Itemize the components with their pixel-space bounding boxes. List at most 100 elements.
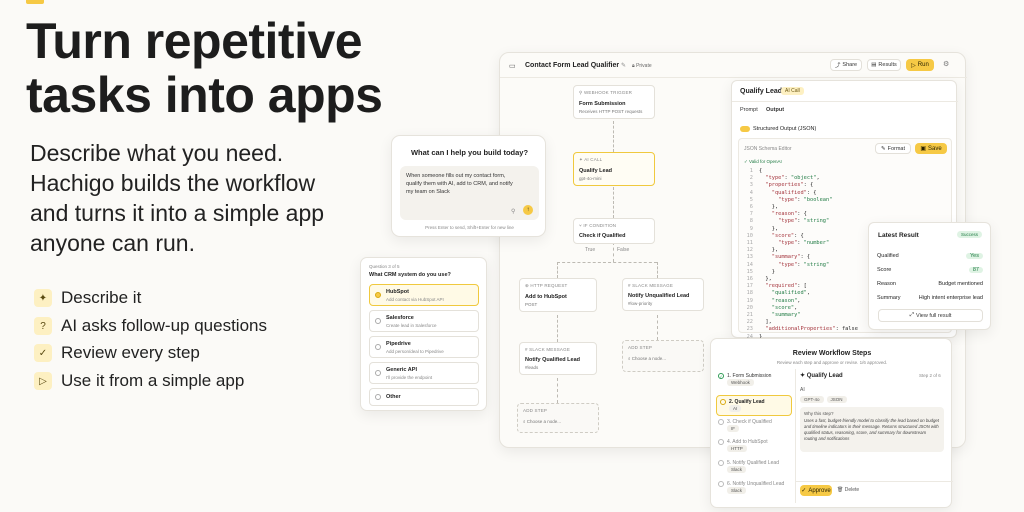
question-icon: ?	[34, 317, 52, 335]
add-step-qualified[interactable]: ADD STEP ⌕ Choose a node...	[517, 403, 599, 433]
question-text: What CRM system do you use?	[369, 272, 451, 278]
globe-icon: ⊕ HTTP REQUEST	[525, 283, 568, 288]
why-box: Why this step? Uses a fast, budget-frien…	[800, 407, 944, 452]
panel-title: Qualify Lead	[740, 88, 783, 95]
approve-button[interactable]: ✓ Approve	[800, 485, 832, 496]
detail-step: Step 2 of 6	[919, 373, 941, 378]
review-step-5[interactable]: 5. Notify Qualified Lead Slack	[718, 460, 788, 473]
checkbox-icon: ✓	[34, 344, 52, 362]
delete-button[interactable]: 🗑︎ Delete	[837, 487, 859, 493]
review-subtitle: Review each step and approve or revise. …	[776, 360, 888, 365]
node-ai-call[interactable]: ✦ AI CALL Qualify Lead gpt-4o-mini	[573, 152, 655, 186]
connector	[557, 262, 558, 278]
add-step-unqualified[interactable]: ADD STEP ⌕ Choose a node...	[622, 340, 704, 372]
code-line: 4 "qualified": {	[749, 189, 817, 196]
view-full-result-button[interactable]: ⤢ View full result	[878, 309, 983, 322]
option-other[interactable]: Other	[369, 388, 479, 406]
detail-type: AI	[800, 387, 805, 393]
ai-icon: ✦ AI CALL	[579, 157, 603, 162]
connector	[613, 187, 614, 218]
node-slack-unqualified[interactable]: # SLACK MESSAGE Notify Unqualified Lead …	[622, 278, 704, 311]
result-row-qualified: Qualified Yes	[877, 253, 983, 259]
prompt-hint: Press Enter to send, Shift+Enter for new…	[425, 225, 514, 230]
results-icon: ▤	[871, 62, 877, 68]
code-line: 5 "type": "boolean"	[749, 196, 833, 203]
result-row-summary: Summary High intent enterprise lead	[877, 295, 983, 301]
feature-use-app: ▷ Use it from a simple app	[34, 370, 244, 392]
connector	[657, 262, 658, 278]
structured-output-toggle[interactable]	[740, 126, 750, 132]
connector	[613, 242, 614, 262]
node-webhook-trigger[interactable]: ⚲ WEBHOOK TRIGGER Form Submission Receiv…	[573, 85, 655, 119]
toggle-label: Structured Output (JSON)	[753, 126, 817, 132]
run-button[interactable]: ▷ Run	[906, 59, 934, 71]
choose-node-select[interactable]: ⌕ Choose a node...	[628, 356, 698, 361]
ai-call-badge: AI Call	[781, 87, 804, 95]
connector	[557, 315, 558, 342]
code-line: 7 "reason": {	[749, 211, 807, 218]
wand-icon: ✎	[880, 145, 886, 152]
detail-tags: GPT-4o JSON	[800, 396, 847, 403]
header-divider	[500, 77, 967, 78]
code-line: 2 "type": "object",	[749, 175, 820, 182]
sparkle-icon: ✦	[34, 289, 52, 307]
branch-icon: ⑂ IF CONDITION	[579, 223, 617, 228]
question-counter: Question 3 of 5	[369, 264, 400, 269]
save-icon: ▣	[920, 146, 926, 152]
sidebar-toggle-icon[interactable]: ▭	[509, 62, 516, 70]
save-button[interactable]: ▣ Save	[915, 143, 947, 154]
prompt-input[interactable]: When someone fills out my contact form, …	[400, 166, 539, 220]
valid-badge: ✓ Valid for OpenAI	[744, 159, 782, 164]
result-row-reason: Reason Budget mentioned	[877, 281, 983, 287]
choose-node-select[interactable]: ⌕ Choose a node...	[523, 419, 593, 424]
tab-output[interactable]: Output	[766, 107, 784, 113]
option-hubspot[interactable]: HubSpot Add contact via HubSpot API	[369, 284, 479, 306]
review-step-6[interactable]: 6. Notify Unqualified Lead Slack	[718, 481, 788, 494]
connector	[613, 121, 614, 152]
review-step-2[interactable]: 2. Qualify Lead AI	[716, 395, 792, 416]
feature-follow-up: ? AI asks follow-up questions	[34, 315, 267, 337]
review-step-1[interactable]: ✓ 1. Form Submission Webhook	[718, 373, 788, 386]
send-icon[interactable]: ↑	[523, 205, 533, 215]
node-slack-qualified[interactable]: # SLACK MESSAGE Notify Qualified Lead #l…	[519, 342, 597, 375]
workflow-title: Contact Form Lead Qualifier	[525, 62, 620, 69]
detail-title: ✦ Qualify Lead	[800, 373, 843, 379]
attach-icon[interactable]: ⚲	[511, 208, 515, 215]
node-if-condition[interactable]: ⑂ IF CONDITION Check if Qualified	[573, 218, 655, 244]
play-icon: ▷	[911, 62, 916, 69]
review-step-4[interactable]: 4. Add to HubSpot HTTP	[718, 439, 788, 452]
question-card: Question 3 of 5 What CRM system do you u…	[360, 257, 487, 411]
option-generic-api[interactable]: Generic API I'll provide the endpoint	[369, 362, 479, 384]
privacy-badge[interactable]: 🔒︎ Private	[632, 63, 652, 69]
prompt-title: What can I help you build today?	[410, 148, 529, 157]
review-title: Review Workflow Steps	[792, 350, 872, 357]
prompt-card: What can I help you build today? When so…	[391, 135, 546, 237]
hero-description: Describe what you need. Hachigo builds t…	[30, 140, 325, 256]
play-icon: ▷	[34, 372, 52, 390]
connector	[557, 262, 657, 263]
trash-icon: 🗑︎	[837, 487, 844, 493]
code-line: 1{	[749, 168, 763, 174]
format-button[interactable]: ✎ Format	[875, 143, 911, 154]
result-row-score: Score 87	[877, 267, 983, 273]
webhook-icon: ⚲ WEBHOOK TRIGGER	[579, 90, 633, 95]
success-badge: Success	[957, 231, 983, 238]
feature-review: ✓ Review every step	[34, 342, 200, 364]
node-http-request[interactable]: ⊕ HTTP REQUEST Add to HubSpot POST	[519, 278, 597, 312]
branch-false-label: False	[617, 247, 630, 253]
latest-result-card: Latest Result Success Qualified Yes Scor…	[868, 222, 991, 330]
gear-icon[interactable]: ⚙	[943, 60, 949, 68]
option-pipedrive[interactable]: Pipedrive Add person/deal to Pipedrive	[369, 336, 479, 358]
check-icon: ✓	[801, 488, 807, 494]
tab-prompt[interactable]: Prompt	[740, 107, 758, 113]
code-line: 3 "properties": {	[749, 182, 814, 189]
results-button[interactable]: ▤ Results	[867, 59, 901, 71]
share-button[interactable]: ⤴ Share	[830, 59, 862, 71]
expand-icon: ⤢	[909, 312, 915, 318]
check-icon: ✓	[718, 373, 724, 379]
review-step-3[interactable]: 3. Check if Qualified IF	[718, 419, 788, 432]
edit-icon[interactable]: ✎	[621, 62, 626, 69]
brand-logo	[26, 0, 44, 4]
feature-describe: ✦ Describe it	[34, 287, 141, 309]
option-salesforce[interactable]: Salesforce Create lead in Salesforce	[369, 310, 479, 332]
